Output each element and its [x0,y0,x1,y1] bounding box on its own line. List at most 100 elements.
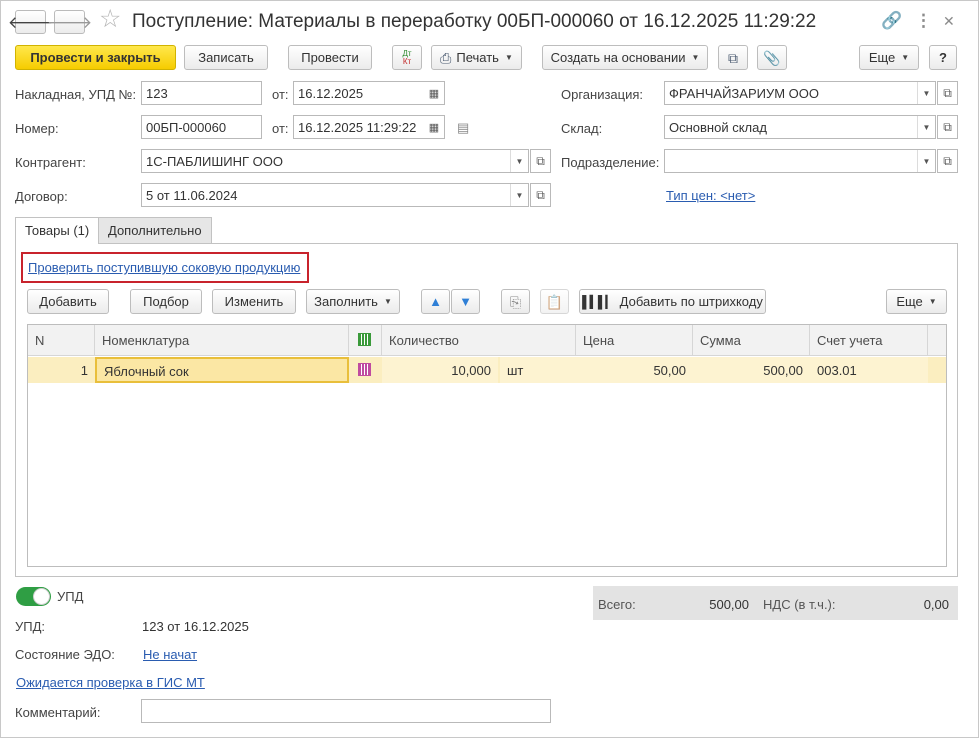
print-button[interactable]: ⎙ Печать ▼ [431,45,522,70]
link-icon[interactable]: 🔗 [881,12,902,29]
open-division-button[interactable]: ⧉ [937,149,958,173]
number-date-field[interactable]: 16.12.2025 11:29:22 ▦ [293,115,445,139]
create-based-label: Создать на основании [550,50,686,65]
open-organization-button[interactable]: ⧉ [937,81,958,105]
help-button[interactable]: ? [929,45,957,70]
open-icon: ⧉ [943,153,952,168]
row-marking-cell[interactable] [349,357,382,383]
contractor-label: Контрагент: [15,155,86,170]
contractor-field[interactable]: 1С-ПАБЛИШИНГ ООО ▼ [141,149,529,173]
contract-label: Договор: [15,189,68,204]
chevron-down-icon[interactable]: ▼ [917,150,935,172]
move-up-button[interactable]: ▲ [421,289,450,314]
upd-label: УПД: [15,619,46,634]
column-header-sum[interactable]: Сумма [693,325,810,356]
structure-button[interactable]: ⧉ [718,45,748,70]
column-header-account[interactable]: Счет учета [810,325,928,356]
column-header-marking[interactable] [349,325,382,356]
organization-field[interactable]: ФРАНЧАЙЗАРИУМ ООО ▼ [664,81,936,105]
upd-toggle-label: УПД [57,589,84,604]
attach-button[interactable]: 📎 [757,45,787,70]
invoice-label: Накладная, УПД №: [15,87,137,102]
chevron-down-icon[interactable]: ▼ [510,184,528,206]
tab-additional-label: Дополнительно [108,223,202,238]
fill-button[interactable]: Заполнить ▼ [306,289,400,314]
print-label: Печать [456,50,499,65]
division-field[interactable]: ▼ [664,149,936,173]
fill-label: Заполнить [314,294,378,309]
column-header-quantity[interactable]: Количество [382,325,576,356]
check-juice-link[interactable]: Проверить поступившую соковую продукцию [28,260,300,275]
warehouse-field[interactable]: Основной склад ▼ [664,115,936,139]
more-label: Еще [868,50,896,65]
edo-status-link[interactable]: Не начат [143,647,197,662]
chevron-down-icon[interactable]: ▼ [917,82,935,104]
dtkt-icon: Дт Кт [402,48,412,66]
upd-value: 123 от 16.12.2025 [142,619,249,634]
window-title: Поступление: Материалы в переработку 00Б… [132,11,817,32]
chevron-down-icon: ▼ [504,53,513,62]
close-icon[interactable]: ✕ [943,14,955,28]
calendar-icon[interactable]: ▦ [424,116,444,138]
chevron-down-icon[interactable]: ▼ [510,150,528,172]
total-value: 500,00 [709,597,749,612]
column-header-price[interactable]: Цена [576,325,693,356]
copy-button[interactable]: ⎘ [501,289,530,314]
row-price[interactable]: 50,00 [576,357,693,383]
arrow-right-icon: 🡒 [46,12,93,32]
forward-button[interactable]: 🡒 [47,10,92,34]
back-button[interactable]: 🡐 [8,10,53,34]
tab-goods-label: Товары (1) [25,223,90,238]
row-item-cell[interactable]: Яблочный сок [95,357,349,383]
open-contract-button[interactable]: ⧉ [530,183,551,207]
table-row[interactable]: 1 Яблочный сок 10,000 шт 50,00 500,00 00… [28,357,946,383]
save-button[interactable]: Записать [184,45,268,70]
post-label: Провести [301,50,359,65]
edit-row-button[interactable]: Изменить [212,289,296,314]
number-date-value: 16.12.2025 11:29:22 [298,120,417,135]
add-row-button[interactable]: Добавить [27,289,109,314]
contract-field[interactable]: 5 от 11.06.2024 ▼ [141,183,529,207]
open-warehouse-button[interactable]: ⧉ [937,115,958,139]
division-label: Подразделение: [561,155,660,170]
row-unit[interactable]: шт [500,357,576,383]
selection-button[interactable]: Подбор [130,289,202,314]
row-quantity[interactable]: 10,000 [382,357,498,383]
invoice-date-field[interactable]: 16.12.2025 ▦ [293,81,445,105]
number-field[interactable]: 00БП-000060 [141,115,262,139]
vat-label: НДС (в т.ч.): [763,597,836,612]
favorite-star-icon[interactable]: ☆ [99,7,121,32]
add-by-barcode-button[interactable]: ▌▍▌▎ Добавить по штрихкоду [579,289,766,314]
chevron-down-icon: ▼ [928,297,937,306]
clipboard-icon: 📋 [545,293,564,310]
table-more-label: Еще [896,294,923,309]
move-down-button[interactable]: ▼ [451,289,480,314]
column-header-n[interactable]: N [28,325,95,356]
more-actions-icon[interactable]: ⋮ [915,12,932,29]
paste-button[interactable]: 📋 [540,289,569,314]
selection-label: Подбор [143,294,189,309]
table-more-button[interactable]: Еще ▼ [886,289,947,314]
row-account[interactable]: 003.01 [810,357,928,383]
tab-additional[interactable]: Дополнительно [98,217,212,243]
comment-history-icon[interactable]: ▤ [457,120,469,136]
post-and-close-button[interactable]: Провести и закрыть [15,45,176,70]
invoice-date-value: 16.12.2025 [298,86,364,101]
invoice-number-field[interactable]: 123 [141,81,262,105]
price-type-link[interactable]: Тип цен: <нет> [666,188,755,203]
create-based-on-button[interactable]: Создать на основании ▼ [542,45,708,70]
post-button[interactable]: Провести [288,45,372,70]
gis-check-link[interactable]: Ожидается проверка в ГИС МТ [16,675,205,690]
column-header-item[interactable]: Номенклатура [95,325,349,356]
row-sum[interactable]: 500,00 [693,357,810,383]
upd-toggle[interactable] [16,587,51,606]
open-contractor-button[interactable]: ⧉ [530,149,551,173]
dtkt-button[interactable]: Дт Кт [392,45,422,70]
more-button[interactable]: Еще ▼ [859,45,919,70]
marking-icon [358,363,371,376]
comment-field[interactable] [141,699,551,723]
number-label: Номер: [15,121,59,136]
calendar-icon[interactable]: ▦ [424,82,444,104]
chevron-down-icon[interactable]: ▼ [917,116,935,138]
tab-goods[interactable]: Товары (1) [15,217,100,244]
